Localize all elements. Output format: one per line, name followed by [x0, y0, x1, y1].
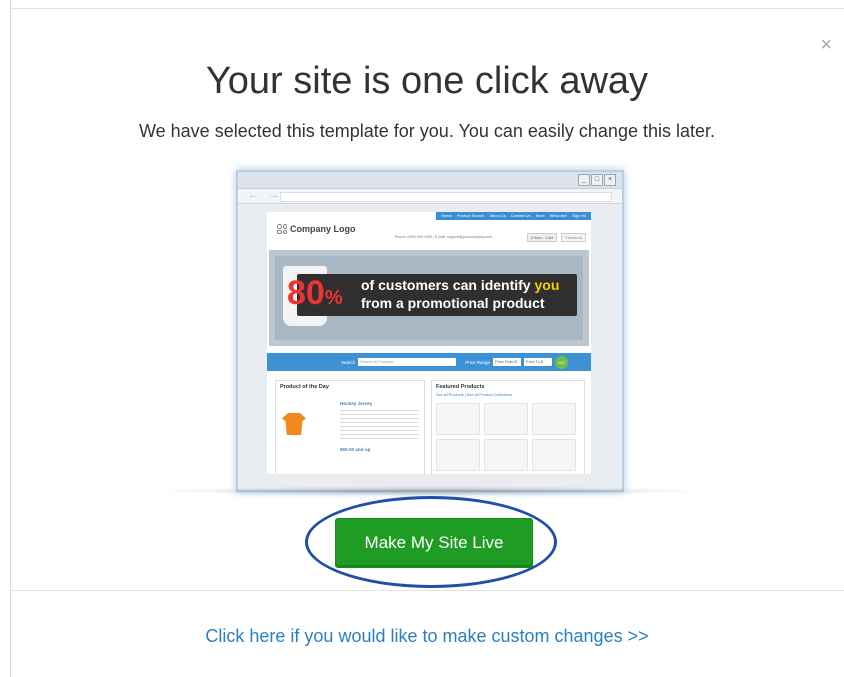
- minimize-icon: _: [578, 174, 590, 186]
- custom-changes-link[interactable]: Click here if you would like to make cus…: [10, 626, 844, 647]
- banner-percent-sign: %: [324, 287, 343, 309]
- preview-contact-line: Phone: (000) 000-1000 | E-Mail: support@…: [395, 235, 492, 239]
- preview-banner: 80% of customers can identify you from a…: [269, 250, 589, 346]
- divider: [10, 590, 844, 591]
- preview-nav-item: Welcome!: [549, 213, 568, 218]
- preview-url-field: [280, 192, 612, 202]
- preview-price-to: Price To $: [524, 358, 553, 366]
- product-thumbnail: [484, 403, 528, 435]
- preview-search-bar: Search Search all Products Price Range P…: [267, 353, 591, 371]
- preview-nav-item: About Us: [489, 213, 506, 218]
- preview-product-of-day: Product of the Day Hockey Jersey $50.00 …: [275, 380, 425, 474]
- preview-price-from: Price From $: [493, 358, 522, 366]
- close-icon[interactable]: ×: [820, 35, 832, 55]
- preview-nav-item: Home: [441, 213, 452, 218]
- preview-nav-item: Product Search: [456, 213, 485, 218]
- make-site-live-button[interactable]: Make My Site Live: [335, 518, 533, 568]
- maximize-icon: □: [591, 174, 603, 186]
- page-subtitle: We have selected this template for you. …: [138, 121, 716, 141]
- preview-go-button: GO: [555, 355, 569, 369]
- product-thumbnail: [484, 439, 528, 471]
- preview-search-label: Search: [341, 359, 356, 365]
- product-thumbnail: [436, 403, 480, 435]
- preview-featured-products: Featured Products See all Products | See…: [431, 380, 585, 474]
- product-name: Hockey Jersey: [340, 401, 373, 406]
- template-preview: _ □ × ← → Home Product Search About Us C…: [236, 170, 624, 492]
- top-edge: [10, 0, 844, 9]
- preview-nav-item: Sign In!: [572, 213, 586, 218]
- product-thumbnail: [436, 439, 480, 471]
- banner-percent-value: 80: [287, 274, 325, 312]
- logo-icon: [277, 224, 287, 234]
- product-of-day-heading: Product of the Day: [280, 384, 329, 390]
- preview-shadow: [150, 486, 710, 496]
- product-description: [340, 410, 418, 440]
- product-price: $50.00 and up: [340, 447, 371, 452]
- product-thumbnail: [532, 403, 576, 435]
- preview-page: Home Product Search About Us Contact Us …: [267, 212, 591, 474]
- banner-line-1: of customers can identify you: [361, 277, 559, 293]
- preview-logo-text: Company Logo: [290, 224, 356, 234]
- preview-price-label: Price Range: [465, 359, 491, 365]
- preview-logo: Company Logo: [277, 224, 356, 234]
- product-thumbnail: [532, 439, 576, 471]
- back-forward-icon: ← →: [248, 189, 283, 201]
- jersey-icon: [282, 413, 306, 435]
- preview-cart: 0 Item - Cart: [526, 233, 557, 242]
- preview-nav-item: More: [535, 213, 545, 218]
- banner-percent: 80%: [287, 276, 343, 310]
- banner-highlight: you: [534, 277, 560, 293]
- featured-grid: [436, 403, 576, 471]
- featured-links: See all Products | See all Product Colle…: [436, 393, 513, 397]
- preview-window-buttons: _ □ ×: [578, 174, 616, 186]
- featured-heading: Featured Products: [436, 384, 485, 390]
- preview-top-nav: Home Product Search About Us Contact Us …: [436, 212, 591, 220]
- preview-titlebar: _ □ ×: [238, 172, 622, 189]
- preview-search-input: Search all Products: [358, 358, 457, 366]
- banner-line-2: from a promotional product: [361, 295, 545, 311]
- banner-line-1-text: of customers can identify: [361, 277, 531, 293]
- page-title: Your site is one click away: [205, 60, 649, 102]
- preview-nav-item: Contact Us: [510, 213, 531, 218]
- close-window-icon: ×: [604, 174, 616, 186]
- preview-address-bar: ← →: [238, 189, 622, 204]
- preview-checkout: Checkout: [561, 233, 586, 242]
